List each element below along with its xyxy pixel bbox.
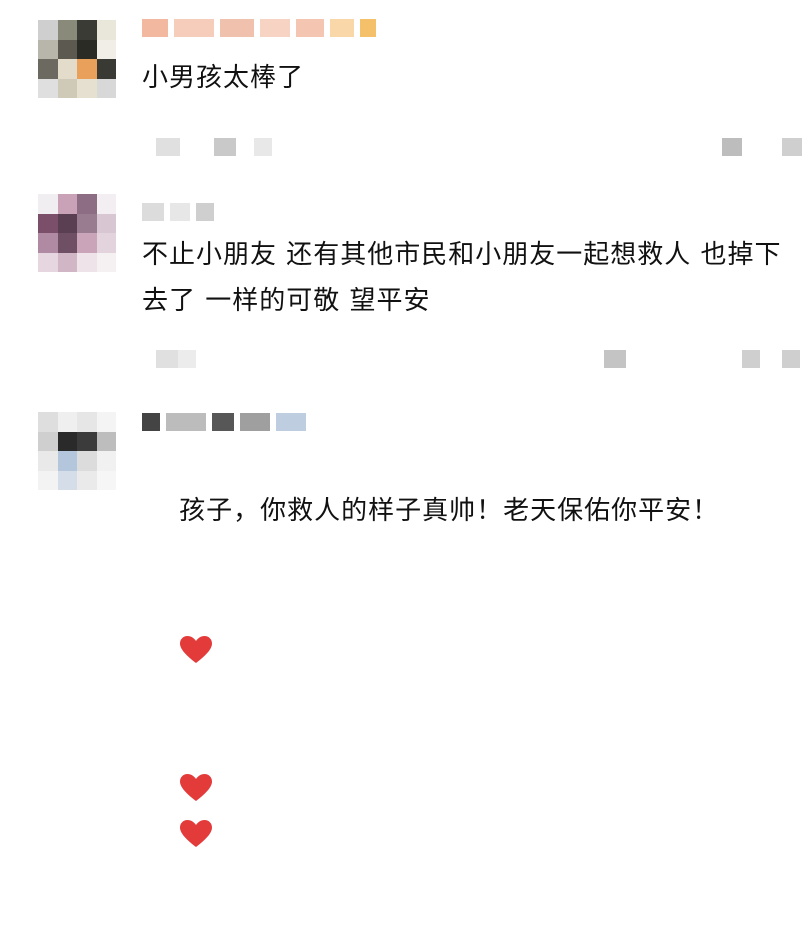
username-blurred[interactable] — [142, 14, 376, 42]
comment-meta-blurred — [142, 138, 808, 160]
username-blurred[interactable] — [142, 198, 214, 226]
comment-item: 不止小朋友 还有其他市民和小朋友一起想救人 也掉下去了 一样的可敬 望平安 — [0, 170, 808, 392]
heart-emoji-icon — [179, 543, 213, 663]
comment-text: 孩子，你救人的样子真帅！老天保佑你平安！ — [142, 442, 794, 847]
comment-text-content: 孩子，你救人的样子真帅！老天保佑你平安！ — [179, 496, 720, 526]
comment-meta-blurred — [142, 350, 808, 372]
avatar[interactable] — [38, 20, 116, 98]
username-blurred[interactable] — [142, 408, 306, 436]
comment-item: 孩子，你救人的样子真帅！老天保佑你平安！ — [0, 392, 808, 847]
heart-emoji-icon — [179, 681, 213, 801]
avatar[interactable] — [38, 194, 116, 272]
comment-text: 不止小朋友 还有其他市民和小朋友一起想救人 也掉下去了 一样的可敬 望平安 — [142, 240, 782, 316]
avatar[interactable] — [38, 412, 116, 490]
heart-emoji-icon — [179, 727, 213, 847]
comment-text: 小男孩太棒了 — [142, 63, 305, 93]
comment-item: 小男孩太棒了 — [0, 0, 808, 170]
